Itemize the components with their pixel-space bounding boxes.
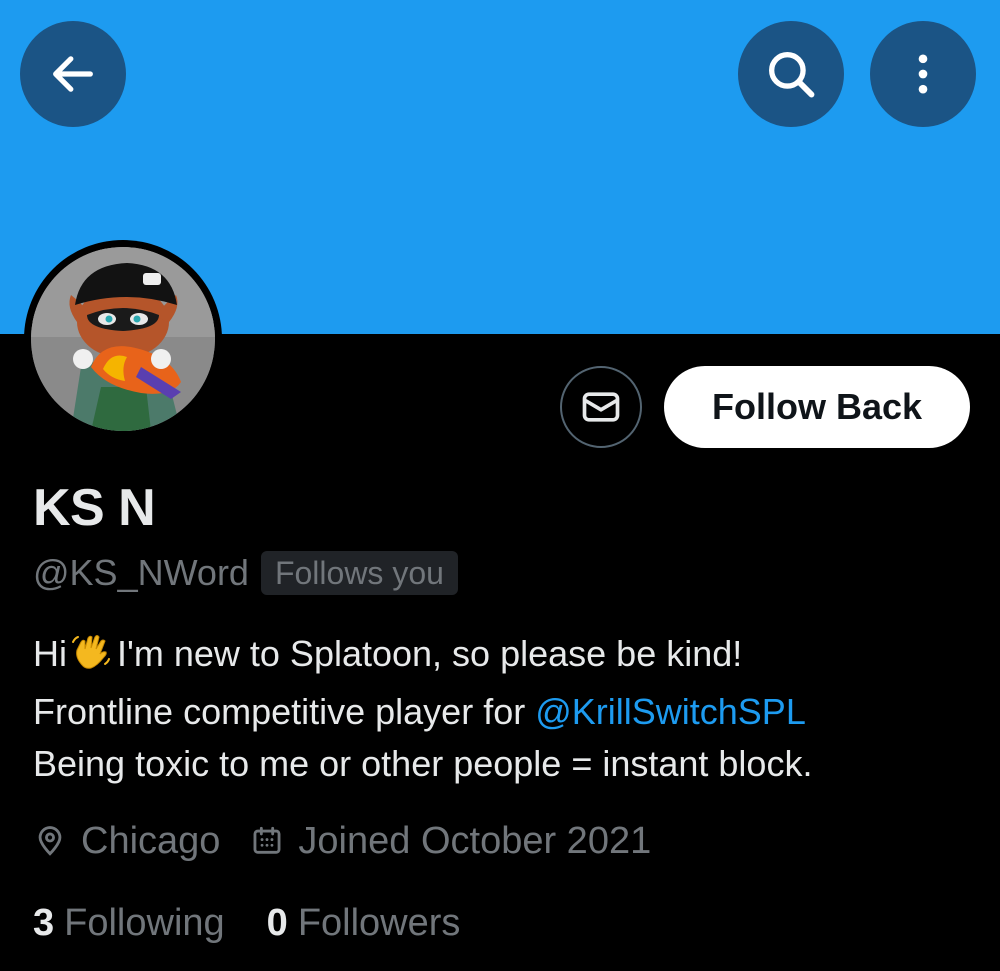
- user-handle: @KS_NWord: [33, 552, 249, 593]
- more-options-button[interactable]: [870, 21, 976, 127]
- follow-stats: 3 Following 0 Followers: [33, 898, 460, 948]
- message-button[interactable]: [560, 366, 642, 448]
- search-button[interactable]: [738, 21, 844, 127]
- profile-bio: Hi I'm new to Splatoon, so please be kin…: [33, 628, 973, 790]
- join-date-text: Joined October 2021: [298, 819, 652, 862]
- followers-count: 0: [266, 901, 288, 944]
- join-date: Joined October 2021: [250, 820, 651, 863]
- follows-you-badge: Follows you: [260, 551, 458, 595]
- bio-line-3: Being toxic to me or other people = inst…: [33, 743, 813, 784]
- bio-greeting: Hi: [33, 633, 67, 674]
- avatar-ring: [24, 240, 222, 438]
- location: Chicago: [33, 820, 220, 863]
- following-count: 3: [33, 901, 55, 944]
- arrow-left-icon: [53, 56, 93, 92]
- calendar-icon: [253, 826, 281, 854]
- display-name: KS N: [33, 479, 156, 537]
- bio-line-1: Hi I'm new to Splatoon, so please be kin…: [33, 628, 973, 686]
- more-vertical-icon: [918, 54, 928, 94]
- location-pin-icon: [38, 826, 62, 856]
- search-icon: [769, 52, 815, 98]
- followers-label: Followers: [297, 901, 461, 944]
- location-text: Chicago: [81, 819, 221, 862]
- following-stat[interactable]: 3 Following: [33, 902, 225, 945]
- mention-link[interactable]: @KrillSwitchSPL: [535, 691, 806, 732]
- back-button[interactable]: [20, 21, 126, 127]
- envelope-icon: [582, 392, 620, 422]
- avatar[interactable]: [31, 247, 215, 431]
- following-label: Following: [64, 901, 225, 944]
- bio-intro: I'm new to Splatoon, so please be kind!: [117, 633, 743, 674]
- profile-meta: Chicago Joined October 2021: [33, 816, 651, 866]
- bio-line-2: Frontline competitive player for @KrillS…: [33, 686, 973, 738]
- waving-hand-icon: [71, 632, 111, 686]
- handle-row: @KS_NWord Follows you: [33, 551, 458, 595]
- avatar-image: [31, 247, 215, 431]
- followers-stat[interactable]: 0 Followers: [267, 902, 461, 945]
- follow-back-button[interactable]: Follow Back: [664, 366, 970, 448]
- bio-role: Frontline competitive player for: [33, 691, 536, 732]
- profile-page: Follow Back KS N @KS_NWord Follows you H…: [0, 0, 1000, 971]
